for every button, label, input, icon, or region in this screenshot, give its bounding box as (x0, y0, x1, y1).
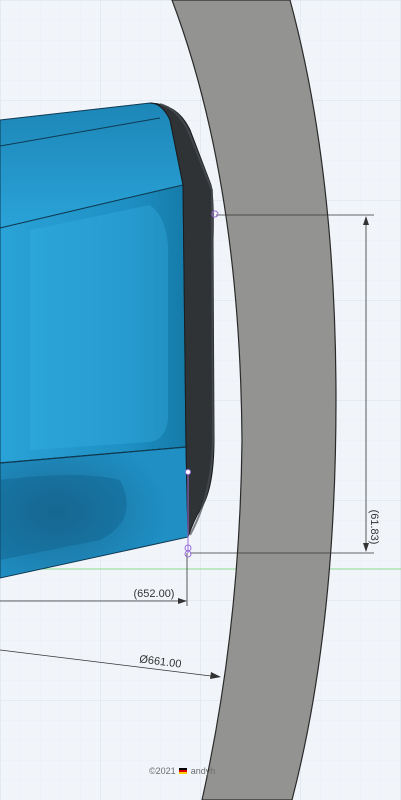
body-highlight (30, 205, 169, 450)
cad-canvas[interactable]: (61.83) (652.00) Ø661.00 (0, 0, 401, 800)
watermark: ©2021 andyh (149, 766, 215, 776)
sketch-point-mid[interactable] (185, 469, 191, 475)
dim-vertical-label: (61.83) (368, 510, 380, 545)
cad-viewport[interactable]: (61.83) (652.00) Ø661.00 ©2021 andyh (0, 0, 401, 800)
blue-solid-body[interactable] (0, 102, 215, 579)
dim-horizontal-label: (652.00) (134, 588, 175, 600)
german-flag-icon (179, 768, 188, 774)
watermark-year: ©2021 (149, 766, 176, 776)
watermark-author: andyh (190, 766, 216, 776)
